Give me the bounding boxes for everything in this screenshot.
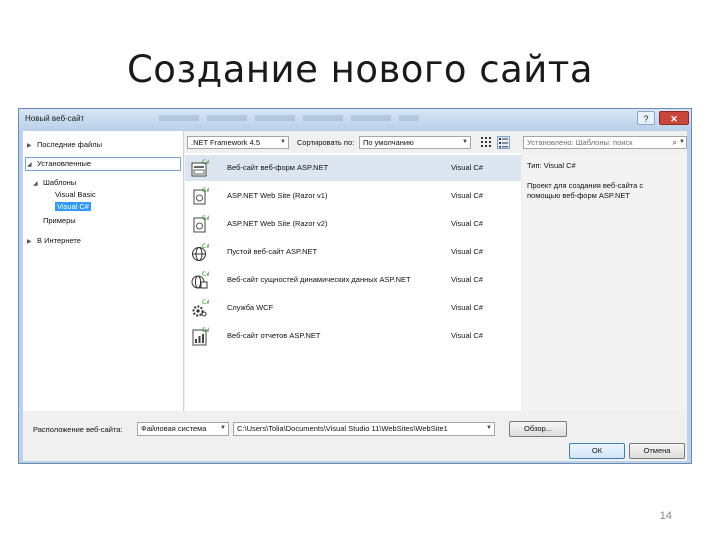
template-name: Служба WCF bbox=[227, 303, 274, 312]
location-type-select[interactable]: Файловая система ▼ bbox=[137, 422, 229, 436]
chevron-down-icon: ▼ bbox=[280, 139, 286, 145]
location-path-input[interactable]: C:\Users\Tolia\Documents\Visual Studio 1… bbox=[233, 422, 495, 436]
globe-icon: C# bbox=[191, 242, 211, 262]
slide-title: Создание нового сайта bbox=[126, 48, 594, 91]
tree-item-visual-csharp[interactable]: Visual C# bbox=[55, 201, 91, 213]
chevron-down-icon: ▼ bbox=[220, 425, 226, 431]
tree-item-label: Примеры bbox=[43, 216, 76, 225]
grid-view-icon[interactable] bbox=[481, 137, 492, 148]
template-list: C# Веб-сайт веб-форм ASP.NET Visual C# C… bbox=[185, 153, 521, 411]
titlebar-ghost-menu bbox=[159, 115, 419, 121]
cancel-button[interactable]: Отмена bbox=[629, 443, 685, 459]
report-icon: C# bbox=[191, 326, 211, 346]
template-search-input[interactable]: Установлено: Шаблоны: поиск ⌕ ▼ bbox=[523, 136, 687, 149]
template-details-panel: Тип: Visual C# Проект для создания веб-с… bbox=[523, 153, 687, 411]
template-name: Веб-сайт отчетов ASP.NET bbox=[227, 331, 321, 340]
page-number: 14 bbox=[659, 510, 672, 522]
template-language: Visual C# bbox=[451, 331, 483, 340]
tree-item-label: Visual C# bbox=[55, 202, 91, 211]
list-view-icon[interactable] bbox=[497, 136, 510, 149]
type-label: Тип: bbox=[527, 161, 542, 170]
svg-text:C#: C# bbox=[202, 299, 209, 306]
template-row[interactable]: C# Веб-сайт отчетов ASP.NET Visual C# bbox=[185, 323, 521, 349]
template-row[interactable]: C# Веб-сайт сущностей динамических данны… bbox=[185, 267, 521, 293]
razor-v1-icon: C# bbox=[191, 186, 211, 206]
tree-item-visual-basic[interactable]: Visual Basic bbox=[55, 189, 96, 201]
chevron-down-icon: ▼ bbox=[462, 139, 468, 145]
sort-label: Сортировать по: bbox=[297, 138, 355, 147]
location-path-value: C:\Users\Tolia\Documents\Visual Studio 1… bbox=[237, 424, 448, 433]
search-placeholder: Установлено: Шаблоны: поиск bbox=[527, 138, 633, 147]
template-name: Пустой веб-сайт ASP.NET bbox=[227, 247, 318, 256]
template-tree: ▶ Последние файлы ◢ Установленные ◢ Шаблоны… bbox=[23, 131, 184, 411]
svg-text:C#: C# bbox=[202, 215, 209, 222]
template-row[interactable]: C# Служба WCF Visual C# bbox=[185, 295, 521, 321]
wcf-gear-icon: C# bbox=[191, 298, 211, 318]
new-website-dialog: Новый веб-сайт ? ✕ ▶ Последние файлы ◢ Уст… bbox=[18, 108, 692, 464]
tree-item-label: Установленные bbox=[37, 159, 92, 168]
chevron-down-icon: ▼ bbox=[486, 425, 492, 431]
tree-item-samples[interactable]: Примеры bbox=[43, 215, 76, 227]
type-value: Visual C# bbox=[543, 161, 576, 170]
tree-item-installed[interactable]: ◢ Установленные bbox=[27, 158, 91, 170]
template-language: Visual C# bbox=[451, 275, 483, 284]
template-language: Visual C# bbox=[451, 163, 483, 172]
search-icon[interactable]: ⌕ bbox=[673, 137, 677, 148]
template-name: ASP.NET Web Site (Razor v1) bbox=[227, 191, 328, 200]
svg-text:C#: C# bbox=[202, 159, 209, 166]
tree-item-label: В Интернете bbox=[37, 236, 81, 245]
dialog-content: ▶ Последние файлы ◢ Установленные ◢ Шаблоны… bbox=[23, 131, 687, 461]
svg-text:C#: C# bbox=[202, 243, 209, 250]
close-button[interactable]: ✕ bbox=[659, 111, 689, 125]
tree-item-templates[interactable]: ◢ Шаблоны bbox=[33, 177, 76, 189]
chevron-down-icon[interactable]: ▼ bbox=[679, 137, 685, 148]
help-button[interactable]: ? bbox=[637, 111, 655, 125]
template-name: Веб-сайт веб-форм ASP.NET bbox=[227, 163, 329, 172]
dialog-titlebar[interactable]: Новый веб-сайт ? ✕ bbox=[19, 109, 691, 129]
tree-item-recent[interactable]: ▶ Последние файлы bbox=[27, 139, 102, 151]
dynamic-data-icon: C# bbox=[191, 270, 211, 290]
browse-button[interactable]: Обзор... bbox=[509, 421, 567, 437]
sort-value: По умолчанию bbox=[363, 138, 414, 147]
dialog-title: Новый веб-сайт bbox=[25, 114, 85, 123]
template-row[interactable]: C# ASP.NET Web Site (Razor v1) Visual C# bbox=[185, 183, 521, 209]
expand-arrow-icon[interactable]: ▶ bbox=[27, 236, 37, 248]
tree-item-label: Visual Basic bbox=[55, 190, 96, 199]
template-row[interactable]: C# Пустой веб-сайт ASP.NET Visual C# bbox=[185, 239, 521, 265]
template-language: Visual C# bbox=[451, 247, 483, 256]
template-type: Тип: Visual C# bbox=[527, 161, 576, 170]
template-row[interactable]: C# Веб-сайт веб-форм ASP.NET Visual C# bbox=[185, 155, 521, 181]
template-row[interactable]: C# ASP.NET Web Site (Razor v2) Visual C# bbox=[185, 211, 521, 237]
sort-select[interactable]: По умолчанию ▼ bbox=[359, 136, 471, 149]
template-name: ASP.NET Web Site (Razor v2) bbox=[227, 219, 328, 228]
template-name: Веб-сайт сущностей динамических данных A… bbox=[227, 275, 411, 284]
template-language: Visual C# bbox=[451, 303, 483, 312]
collapse-arrow-icon[interactable]: ◢ bbox=[33, 178, 43, 190]
tree-item-label: Последние файлы bbox=[37, 140, 102, 149]
collapse-arrow-icon[interactable]: ◢ bbox=[27, 159, 37, 171]
svg-text:C#: C# bbox=[202, 271, 209, 278]
template-language: Visual C# bbox=[451, 219, 483, 228]
ok-button[interactable]: ОК bbox=[569, 443, 625, 459]
template-toolbar: .NET Framework 4.5 ▼ Сортировать по: По … bbox=[185, 133, 521, 151]
framework-select[interactable]: .NET Framework 4.5 ▼ bbox=[187, 136, 289, 149]
template-description: Проект для создания веб-сайта с помощью … bbox=[527, 181, 644, 200]
svg-text:C#: C# bbox=[202, 327, 209, 334]
template-language: Visual C# bbox=[451, 191, 483, 200]
web-forms-icon: C# bbox=[191, 158, 211, 178]
expand-arrow-icon[interactable]: ▶ bbox=[27, 140, 37, 152]
razor-v2-icon: C# bbox=[191, 214, 211, 234]
tree-item-label: Шаблоны bbox=[43, 178, 77, 187]
framework-value: .NET Framework 4.5 bbox=[191, 138, 261, 147]
svg-text:C#: C# bbox=[202, 187, 209, 194]
location-label: Расположение веб-сайта: bbox=[33, 425, 123, 434]
location-type-value: Файловая система bbox=[141, 424, 207, 433]
tree-item-online[interactable]: ▶ В Интернете bbox=[27, 235, 81, 247]
